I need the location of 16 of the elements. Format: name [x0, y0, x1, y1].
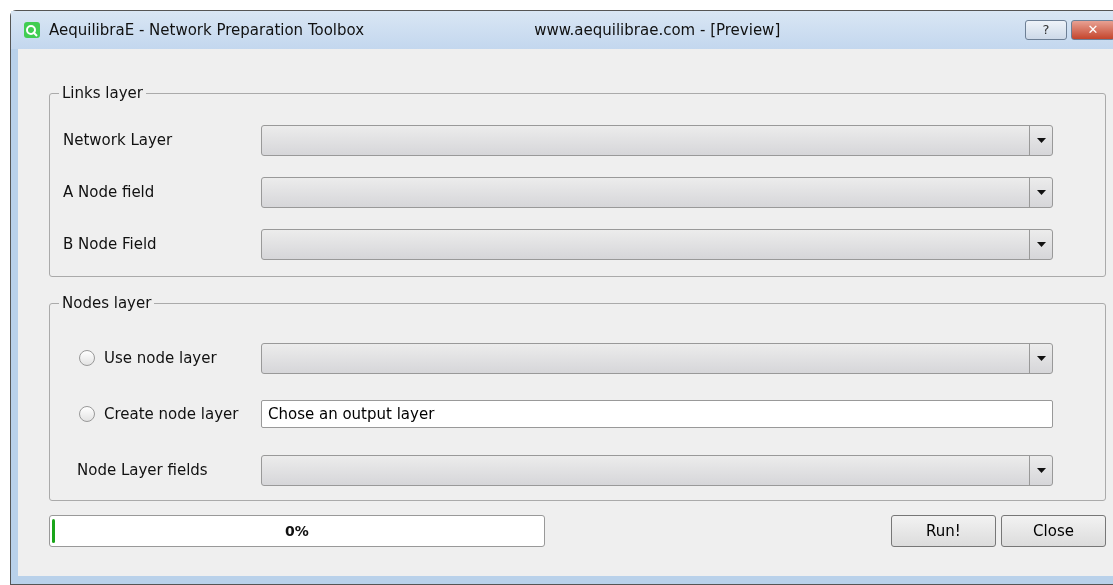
progress-reading: 0% [285, 521, 309, 541]
window-subtitle: www.aequilibrae.com - [Preview] [534, 19, 781, 41]
field-label: Network Layer [63, 129, 174, 151]
field-label: Node Layer fields [76, 459, 209, 481]
field-label: Create node layer [104, 403, 240, 425]
radio-button[interactable] [79, 406, 95, 422]
field-label: Use node layer [104, 347, 218, 369]
close-button[interactable]: Close [1001, 515, 1106, 547]
help-button[interactable]: ? [1025, 20, 1067, 40]
field-label: B Node Field [63, 233, 158, 255]
field-label: A Node field [63, 181, 156, 203]
run-button[interactable]: Run! [891, 515, 996, 547]
window-title: AequilibraE - Network Preparation Toolbox [49, 19, 365, 41]
radio-button[interactable] [79, 350, 95, 366]
app-icon [23, 21, 41, 39]
text-field[interactable]: Chose an output layer [261, 400, 1053, 428]
